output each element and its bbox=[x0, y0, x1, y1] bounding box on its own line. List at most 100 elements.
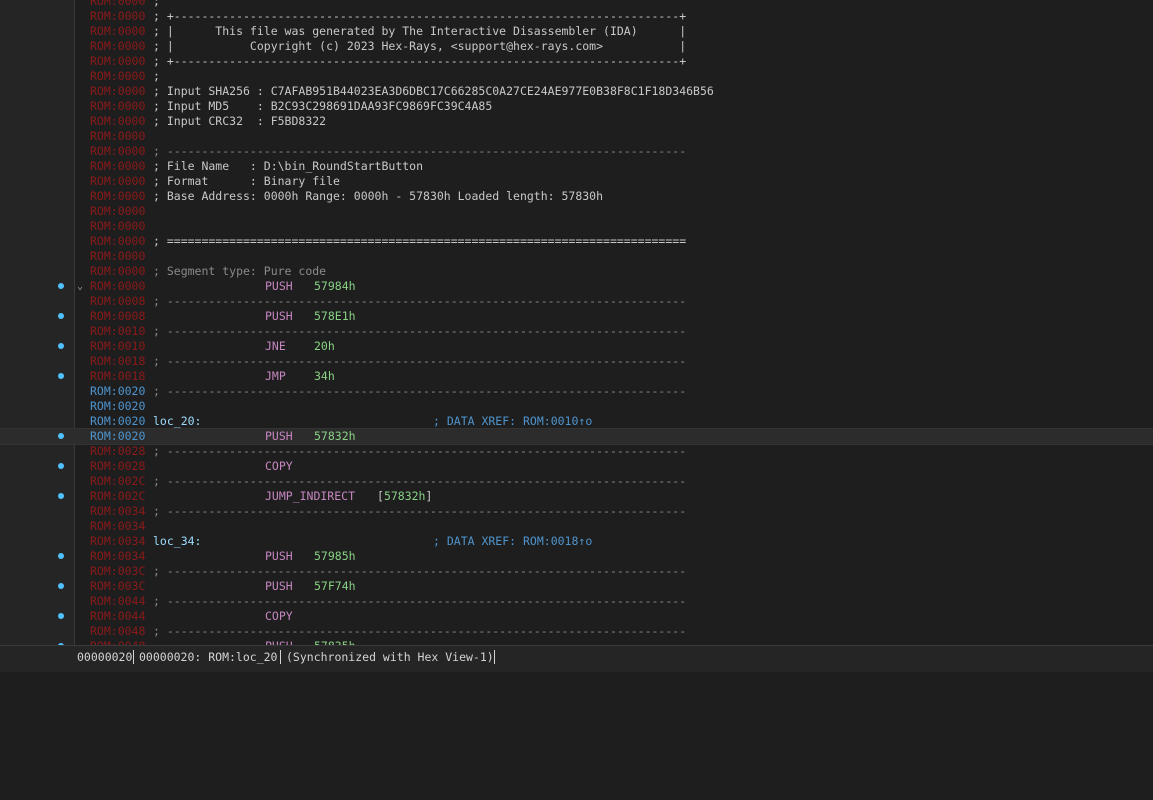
listing-row[interactable]: ROM:0000 ; +-----------------------------… bbox=[0, 54, 1153, 69]
breakpoint-dot-icon[interactable] bbox=[58, 343, 64, 349]
listing-row[interactable]: ROM:0000 ; Input SHA256 : C7AFAB951B44023… bbox=[0, 84, 1153, 99]
listing-row[interactable]: ROM:0028 COPY bbox=[0, 459, 1153, 474]
listing-row[interactable]: ROM:0018 ; ------------------------------… bbox=[0, 354, 1153, 369]
listing-row[interactable]: ROM:0000; bbox=[0, 0, 1153, 9]
row-address[interactable]: ROM:0010 bbox=[90, 339, 145, 354]
listing-row[interactable]: ROM:0000 ; Format : Binary file bbox=[0, 174, 1153, 189]
row-address[interactable]: ROM:0000 bbox=[90, 234, 145, 249]
instruction-mnemonic[interactable]: PUSH bbox=[265, 429, 293, 444]
listing-row[interactable]: ROM:0000 ; File Name : D:\bin_RoundStartB… bbox=[0, 159, 1153, 174]
row-address[interactable]: ROM:003C bbox=[90, 564, 145, 579]
listing-row[interactable]: ROM:002C ; ------------------------------… bbox=[0, 474, 1153, 489]
breakpoint-dot-icon[interactable] bbox=[58, 493, 64, 499]
row-address[interactable]: ROM:0000 bbox=[90, 249, 145, 264]
listing-row[interactable]: ROM:0034 ; ------------------------------… bbox=[0, 504, 1153, 519]
listing-row[interactable]: ROM:0010 JNE 20h bbox=[0, 339, 1153, 354]
listing-row[interactable]: ROM:0034 bbox=[0, 519, 1153, 534]
listing-row-current[interactable]: ROM:0020 PUSH 57832h bbox=[0, 428, 1153, 445]
listing-row[interactable]: ROM:0008 PUSH 578E1h bbox=[0, 309, 1153, 324]
instruction-mnemonic[interactable]: PUSH bbox=[265, 309, 293, 324]
listing-row[interactable]: ROM:0020 bbox=[0, 399, 1153, 414]
listing-row[interactable]: ROM:0000 ; | Copyright (c) 2023 Hex-Rays,… bbox=[0, 39, 1153, 54]
instruction-mnemonic[interactable]: COPY bbox=[265, 609, 293, 624]
row-address[interactable]: ROM:0008 bbox=[90, 309, 145, 324]
row-address[interactable]: ROM:0000 bbox=[90, 219, 145, 234]
listing-row[interactable]: ROM:0020 loc_20: ; DATA XREF: ROM:0010↑o bbox=[0, 414, 1153, 429]
instruction-mnemonic[interactable]: PUSH bbox=[265, 549, 293, 564]
row-address[interactable]: ROM:0018 bbox=[90, 369, 145, 384]
row-address[interactable]: ROM:0020 bbox=[90, 414, 145, 429]
listing-row[interactable]: ROM:0000 ; +-----------------------------… bbox=[0, 9, 1153, 24]
row-address[interactable]: ROM:0000 bbox=[90, 84, 145, 99]
row-address[interactable]: ROM:0034 bbox=[90, 534, 145, 549]
row-address[interactable]: ROM:0020 bbox=[90, 399, 145, 414]
listing-row[interactable]: ROM:0000 ; | This file was generated by T… bbox=[0, 24, 1153, 39]
instruction-mnemonic[interactable]: JNE bbox=[265, 339, 286, 354]
fold-chevron-icon[interactable]: ⌄ bbox=[77, 279, 83, 294]
row-address[interactable]: ROM:0000 bbox=[90, 9, 145, 24]
row-address[interactable]: ROM:0000 bbox=[90, 0, 145, 9]
instruction-operand[interactable]: 57F74h bbox=[314, 579, 356, 594]
instruction-operand[interactable]: 20h bbox=[314, 339, 335, 354]
row-address[interactable]: ROM:0008 bbox=[90, 294, 145, 309]
row-address[interactable]: ROM:002C bbox=[90, 489, 145, 504]
listing-row[interactable]: ROM:0018 JMP 34h bbox=[0, 369, 1153, 384]
listing-row[interactable]: ROM:0000 ; ------------------------------… bbox=[0, 144, 1153, 159]
instruction-mnemonic[interactable]: PUSH bbox=[265, 279, 293, 294]
listing-row[interactable]: ROM:0034 loc_34: ; DATA XREF: ROM:0018↑o bbox=[0, 534, 1153, 549]
listing-row[interactable]: ROM:0000 ; Input CRC32 : F5BD8322 bbox=[0, 114, 1153, 129]
instruction-operand[interactable]: 57832h bbox=[314, 429, 356, 444]
row-address[interactable]: ROM:0044 bbox=[90, 594, 145, 609]
listing-row[interactable]: ROM:0000; bbox=[0, 69, 1153, 84]
listing-row[interactable]: ROM:003C PUSH 57F74h bbox=[0, 579, 1153, 594]
row-address[interactable]: ROM:0018 bbox=[90, 354, 145, 369]
code-label[interactable]: loc_20: bbox=[153, 414, 201, 429]
row-address[interactable]: ROM:0000 bbox=[90, 24, 145, 39]
instruction-mnemonic[interactable]: PUSH bbox=[265, 579, 293, 594]
row-address[interactable]: ROM:0034 bbox=[90, 549, 145, 564]
row-address[interactable]: ROM:0048 bbox=[90, 624, 145, 639]
listing-row[interactable]: ROM:0000 ; Segment type: Pure code bbox=[0, 264, 1153, 279]
breakpoint-dot-icon[interactable] bbox=[58, 313, 64, 319]
listing-row[interactable]: ⌄ ROM:0000 PUSH 57984h bbox=[0, 279, 1153, 294]
listing-row[interactable]: ROM:0008 ; ------------------------------… bbox=[0, 294, 1153, 309]
listing-row[interactable]: ROM:0000 bbox=[0, 129, 1153, 144]
listing-row[interactable]: ROM:0048 ; ------------------------------… bbox=[0, 624, 1153, 639]
row-address[interactable]: ROM:0034 bbox=[90, 519, 145, 534]
listing-row[interactable]: ROM:0000 bbox=[0, 249, 1153, 264]
listing-row[interactable]: ROM:003C ; ------------------------------… bbox=[0, 564, 1153, 579]
listing-row[interactable]: ROM:0044 ; ------------------------------… bbox=[0, 594, 1153, 609]
listing-row[interactable]: ROM:002C JUMP_INDIRECT [57832h] bbox=[0, 489, 1153, 504]
instruction-operand[interactable]: 57984h bbox=[314, 279, 356, 294]
row-address[interactable]: ROM:0000 bbox=[90, 174, 145, 189]
row-address[interactable]: ROM:0000 bbox=[90, 204, 145, 219]
listing-row[interactable]: ROM:0000 bbox=[0, 219, 1153, 234]
listing-row[interactable]: ROM:0020 ; ------------------------------… bbox=[0, 384, 1153, 399]
row-address[interactable]: ROM:0000 bbox=[90, 144, 145, 159]
row-address[interactable]: ROM:0028 bbox=[90, 459, 145, 474]
listing-row[interactable]: ROM:0000 ; ==============================… bbox=[0, 234, 1153, 249]
row-address[interactable]: ROM:0000 bbox=[90, 114, 145, 129]
instruction-mnemonic[interactable]: JUMP_INDIRECT bbox=[265, 489, 355, 504]
row-address[interactable]: ROM:0000 bbox=[90, 39, 145, 54]
breakpoint-dot-icon[interactable] bbox=[58, 463, 64, 469]
breakpoint-dot-icon[interactable] bbox=[58, 553, 64, 559]
row-address[interactable]: ROM:0000 bbox=[90, 69, 145, 84]
code-label[interactable]: loc_34: bbox=[153, 534, 201, 549]
row-address[interactable]: ROM:003C bbox=[90, 579, 145, 594]
row-address[interactable]: ROM:0000 bbox=[90, 264, 145, 279]
instruction-mnemonic[interactable]: COPY bbox=[265, 459, 293, 474]
row-address[interactable]: ROM:0020 bbox=[90, 384, 145, 399]
xref-comment[interactable]: ; DATA XREF: ROM:0010↑o bbox=[433, 414, 592, 429]
row-address[interactable]: ROM:0000 bbox=[90, 129, 145, 144]
listing-row[interactable]: ROM:0028 ; ------------------------------… bbox=[0, 444, 1153, 459]
row-address[interactable]: ROM:0020 bbox=[90, 429, 145, 444]
listing-row[interactable]: ROM:0010 ; ------------------------------… bbox=[0, 324, 1153, 339]
listing-row[interactable]: ROM:0034 PUSH 57985h bbox=[0, 549, 1153, 564]
row-address[interactable]: ROM:0000 bbox=[90, 189, 145, 204]
breakpoint-dot-icon[interactable] bbox=[58, 583, 64, 589]
breakpoint-dot-icon[interactable] bbox=[58, 373, 64, 379]
instruction-operand[interactable]: 34h bbox=[314, 369, 335, 384]
listing-row[interactable]: ROM:0044 COPY bbox=[0, 609, 1153, 624]
row-address[interactable]: ROM:0000 bbox=[90, 54, 145, 69]
